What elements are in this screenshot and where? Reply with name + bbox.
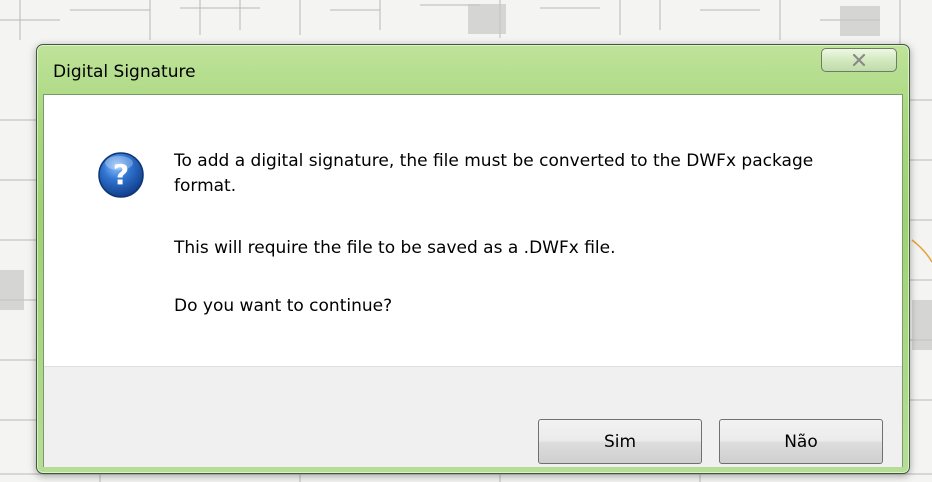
- close-icon: [852, 54, 866, 66]
- message-text-1: To add a digital signature, the file mus…: [174, 151, 814, 196]
- no-button[interactable]: Não: [719, 419, 883, 464]
- question-icon: ?: [97, 151, 145, 199]
- message-text-2: This will require the file to be saved a…: [174, 238, 616, 258]
- yes-button[interactable]: Sim: [538, 419, 702, 464]
- message-text-3: Do you want to continue?: [174, 296, 393, 316]
- dialog-client-area: ? To add a digital signature, the file m…: [43, 94, 903, 467]
- close-button[interactable]: [821, 48, 897, 72]
- svg-text:?: ?: [113, 158, 129, 191]
- message-area: ? To add a digital signature, the file m…: [44, 95, 902, 366]
- dialog-title: Digital Signature: [53, 62, 196, 82]
- dialog-window: Digital Signature ? To add a digital sig…: [36, 44, 910, 474]
- button-bar: Sim Não: [44, 366, 902, 467]
